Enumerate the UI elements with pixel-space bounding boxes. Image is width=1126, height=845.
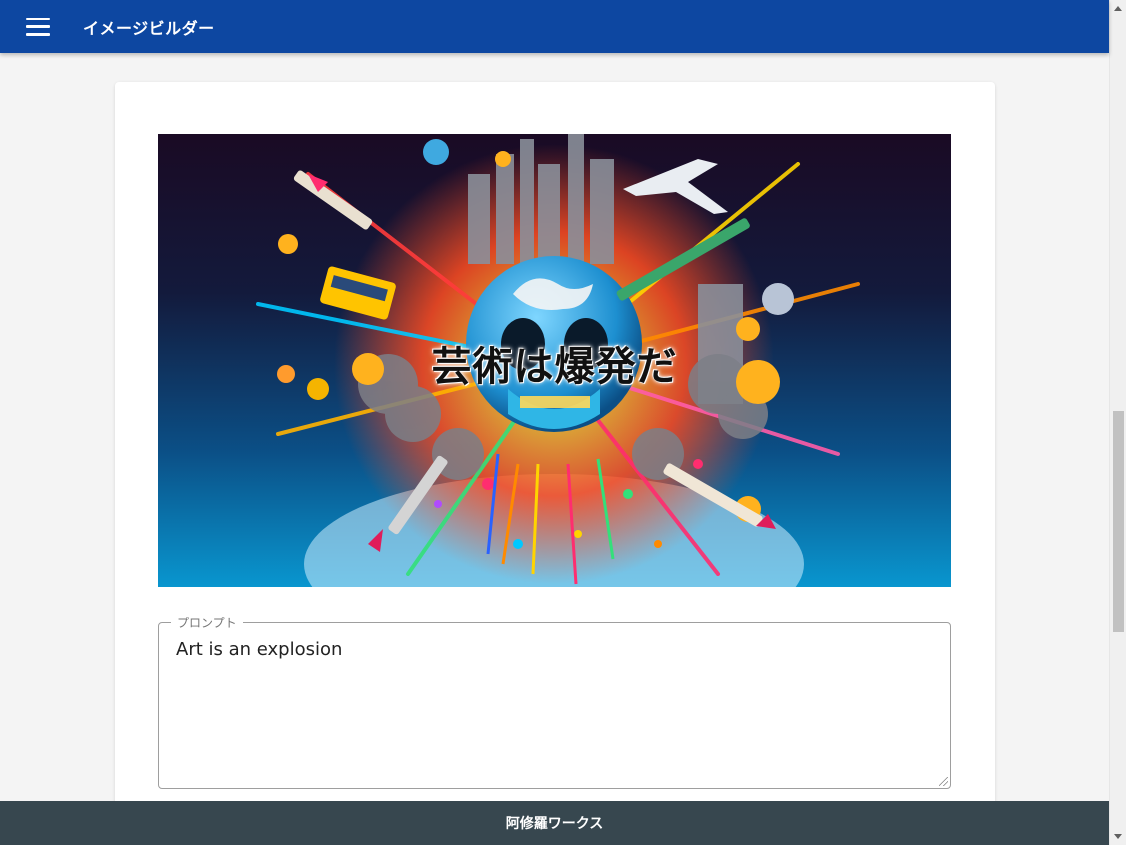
hamburger-menu-icon[interactable] (26, 17, 50, 36)
prompt-input[interactable]: Art is an explosion (176, 639, 936, 779)
scroll-down-arrow-icon[interactable] (1114, 834, 1122, 839)
generated-image: 芸術は爆発だ (158, 134, 951, 587)
app-bar: イメージビルダー (0, 0, 1109, 53)
resize-handle-icon[interactable] (939, 777, 948, 786)
scroll-up-arrow-icon[interactable] (1114, 6, 1122, 11)
prompt-label: プロンプト (171, 614, 243, 631)
image-caption: 芸術は爆発だ (431, 344, 678, 390)
scroll-thumb[interactable] (1113, 411, 1124, 632)
content-card: 芸術は爆発だ プロンプト Art is an explosion (115, 82, 995, 842)
footer: 阿修羅ワークス (0, 801, 1109, 845)
app-title: イメージビルダー (83, 18, 215, 38)
page-scrollbar[interactable] (1109, 0, 1126, 845)
prompt-field[interactable]: プロンプト Art is an explosion (158, 614, 951, 789)
footer-text: 阿修羅ワークス (505, 816, 604, 832)
